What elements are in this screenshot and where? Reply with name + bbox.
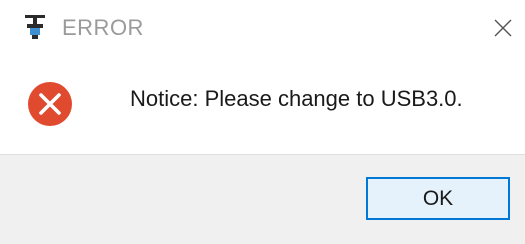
close-icon[interactable]	[488, 13, 518, 43]
usb-device-icon	[22, 13, 48, 41]
error-message: Notice: Please change to USB3.0.	[130, 86, 463, 111]
error-icon	[26, 80, 74, 128]
button-bar: OK	[0, 154, 525, 244]
ok-button[interactable]: OK	[366, 177, 510, 220]
message-area: Notice: Please change to USB3.0.	[0, 56, 525, 154]
error-dialog: ERROR Notice: Please change to USB3.0. O…	[0, 0, 525, 244]
window-title: ERROR	[62, 15, 144, 40]
title-bar: ERROR	[0, 0, 525, 56]
